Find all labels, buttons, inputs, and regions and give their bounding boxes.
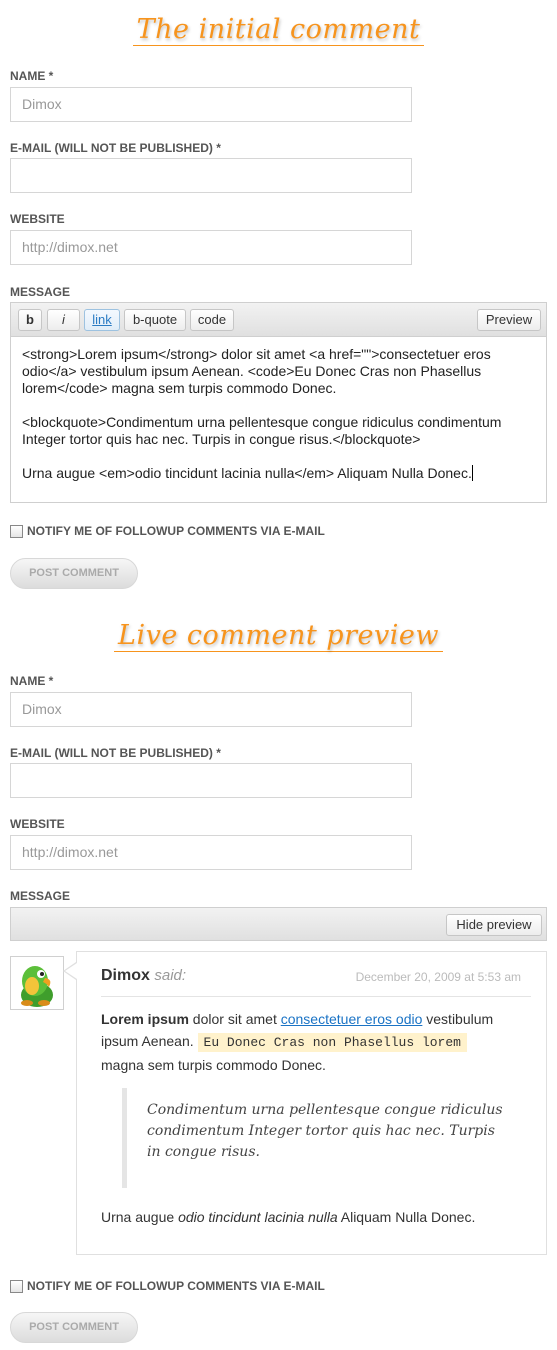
website-input[interactable]: http://dimox.net: [10, 230, 412, 265]
comment-header: Dimox said: December 20, 2009 at 5:53 am: [101, 965, 531, 997]
hide-preview-button[interactable]: Hide preview: [446, 914, 542, 936]
parrot-avatar-icon: [11, 957, 63, 1009]
name-label: NAME *: [10, 674, 54, 688]
last-em: odio tincidunt lacinia nulla: [178, 1209, 338, 1225]
heading-text: The initial comment: [132, 15, 425, 46]
message-paragraph-2: <blockquote>Condimentum urna pellentesqu…: [22, 414, 502, 447]
email-label: E-MAIL (WILL NOT BE PUBLISHED) *: [10, 746, 221, 760]
notify-row: NOTIFY ME OF FOLLOWUP COMMENTS VIA E-MAI…: [10, 1279, 325, 1293]
comment-body: Lorem ipsum dolor sit amet consectetuer …: [101, 1008, 526, 1076]
said-label: said:: [154, 967, 187, 984]
name-input[interactable]: Dimox: [10, 692, 412, 727]
website-input[interactable]: http://dimox.net: [10, 835, 412, 870]
notify-label: NOTIFY ME OF FOLLOWUP COMMENTS VIA E-MAI…: [27, 524, 325, 538]
message-textarea[interactable]: <strong>Lorem ipsum</strong> dolor sit a…: [10, 336, 547, 503]
author-name: Dimox: [101, 967, 150, 984]
bold-button[interactable]: b: [18, 309, 42, 331]
comment-blockquote: Condimentum urna pellentesque congue rid…: [122, 1088, 512, 1188]
comment-text-3: magna sem turpis commodo Donec.: [101, 1057, 326, 1073]
preview-button[interactable]: Preview: [477, 309, 541, 331]
comment-strong: Lorem ipsum: [101, 1011, 189, 1027]
last-pre: Urna augue: [101, 1209, 179, 1225]
heading-text: Live comment preview: [114, 621, 443, 652]
editor-toolbar: b i link b-quote code Preview: [10, 302, 547, 336]
comment-code: Eu Donec Cras non Phasellus lorem: [197, 1033, 467, 1052]
comment-link[interactable]: consectetuer eros odio: [281, 1011, 423, 1027]
heading-initial-comment: The initial comment: [0, 14, 557, 46]
website-label: WEBSITE: [10, 817, 65, 831]
name-input[interactable]: Dimox: [10, 87, 412, 122]
comment-date: December 20, 2009 at 5:53 am: [355, 970, 521, 984]
last-post: Aliquam Nulla Donec.: [337, 1209, 476, 1225]
notify-label: NOTIFY ME OF FOLLOWUP COMMENTS VIA E-MAI…: [27, 1279, 325, 1293]
italic-button[interactable]: i: [47, 309, 80, 331]
heading-live-preview: Live comment preview: [0, 620, 557, 652]
email-label: E-MAIL (WILL NOT BE PUBLISHED) *: [10, 141, 221, 155]
post-comment-button[interactable]: POST COMMENT: [10, 558, 138, 589]
message-label: MESSAGE: [10, 889, 71, 903]
website-label: WEBSITE: [10, 212, 65, 226]
bubble-pointer-inner: [65, 963, 77, 979]
message-paragraph-3-text: Urna augue <em>odio tincidunt lacinia nu…: [22, 465, 472, 481]
notify-row: NOTIFY ME OF FOLLOWUP COMMENTS VIA E-MAI…: [10, 524, 325, 538]
notify-checkbox[interactable]: [10, 1279, 23, 1293]
email-input[interactable]: [10, 763, 412, 798]
code-button[interactable]: code: [190, 309, 234, 331]
email-input[interactable]: [10, 158, 412, 193]
message-label: MESSAGE: [10, 285, 71, 299]
notify-checkbox[interactable]: [10, 524, 23, 538]
message-paragraph-1: <strong>Lorem ipsum</strong> dolor sit a…: [22, 346, 491, 396]
comment-text-1: dolor sit amet: [188, 1011, 281, 1027]
comment-author: Dimox said:: [101, 967, 186, 985]
text-caret: [471, 465, 473, 481]
name-label: NAME *: [10, 69, 54, 83]
message-paragraph-3: Urna augue <em>odio tincidunt lacinia nu…: [22, 465, 535, 482]
link-button[interactable]: link: [84, 309, 120, 331]
post-comment-button[interactable]: POST COMMENT: [10, 1312, 138, 1343]
bquote-button[interactable]: b-quote: [124, 309, 186, 331]
comment-last-line: Urna augue odio tincidunt lacinia nulla …: [101, 1209, 475, 1225]
avatar: [10, 956, 64, 1010]
preview-toolbar: Hide preview: [10, 907, 547, 941]
